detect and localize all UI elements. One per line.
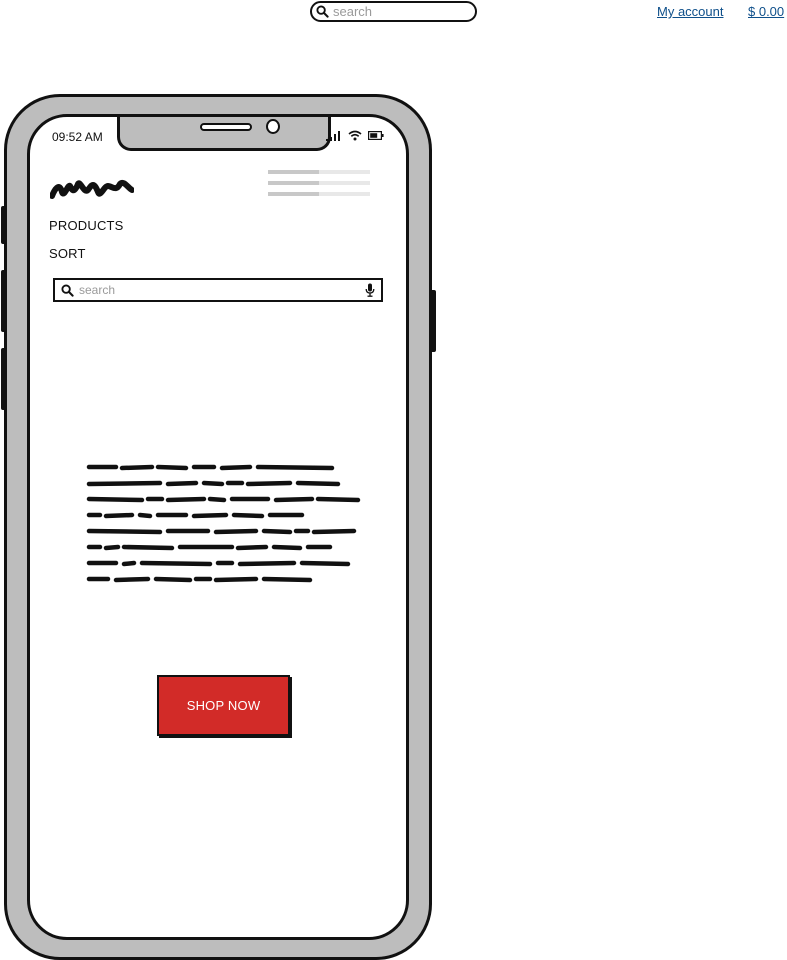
text-placeholder-scribble: [86, 464, 361, 583]
cart-total-link[interactable]: $ 0.00: [748, 4, 784, 19]
logo-scribble: [50, 179, 134, 199]
my-account-link[interactable]: My account: [657, 4, 723, 19]
front-camera: [266, 119, 280, 134]
search-icon: [316, 5, 329, 18]
phone-mute-switch: [1, 206, 7, 244]
menu-slider-icon[interactable]: [268, 170, 370, 196]
speaker-grille: [200, 123, 252, 131]
phone-volume-down: [1, 348, 7, 410]
nav-products[interactable]: PRODUCTS: [49, 218, 124, 233]
phone-notch: [117, 117, 331, 151]
header-search-placeholder: search: [333, 4, 373, 19]
status-icons: [326, 130, 384, 141]
search-icon: [61, 283, 74, 297]
app-search-input[interactable]: search: [53, 278, 383, 302]
phone-volume-up: [1, 270, 7, 332]
app-search-placeholder: search: [79, 283, 116, 297]
battery-icon: [368, 131, 384, 140]
phone-power-button: [430, 290, 436, 352]
status-time: 09:52 AM: [52, 130, 103, 144]
shop-now-button[interactable]: SHOP NOW: [157, 675, 290, 736]
header-search-input[interactable]: search: [310, 1, 477, 22]
wifi-icon: [348, 130, 362, 141]
signal-icon: [326, 130, 340, 141]
nav-sort[interactable]: SORT: [49, 246, 86, 261]
microphone-icon[interactable]: [365, 283, 375, 297]
